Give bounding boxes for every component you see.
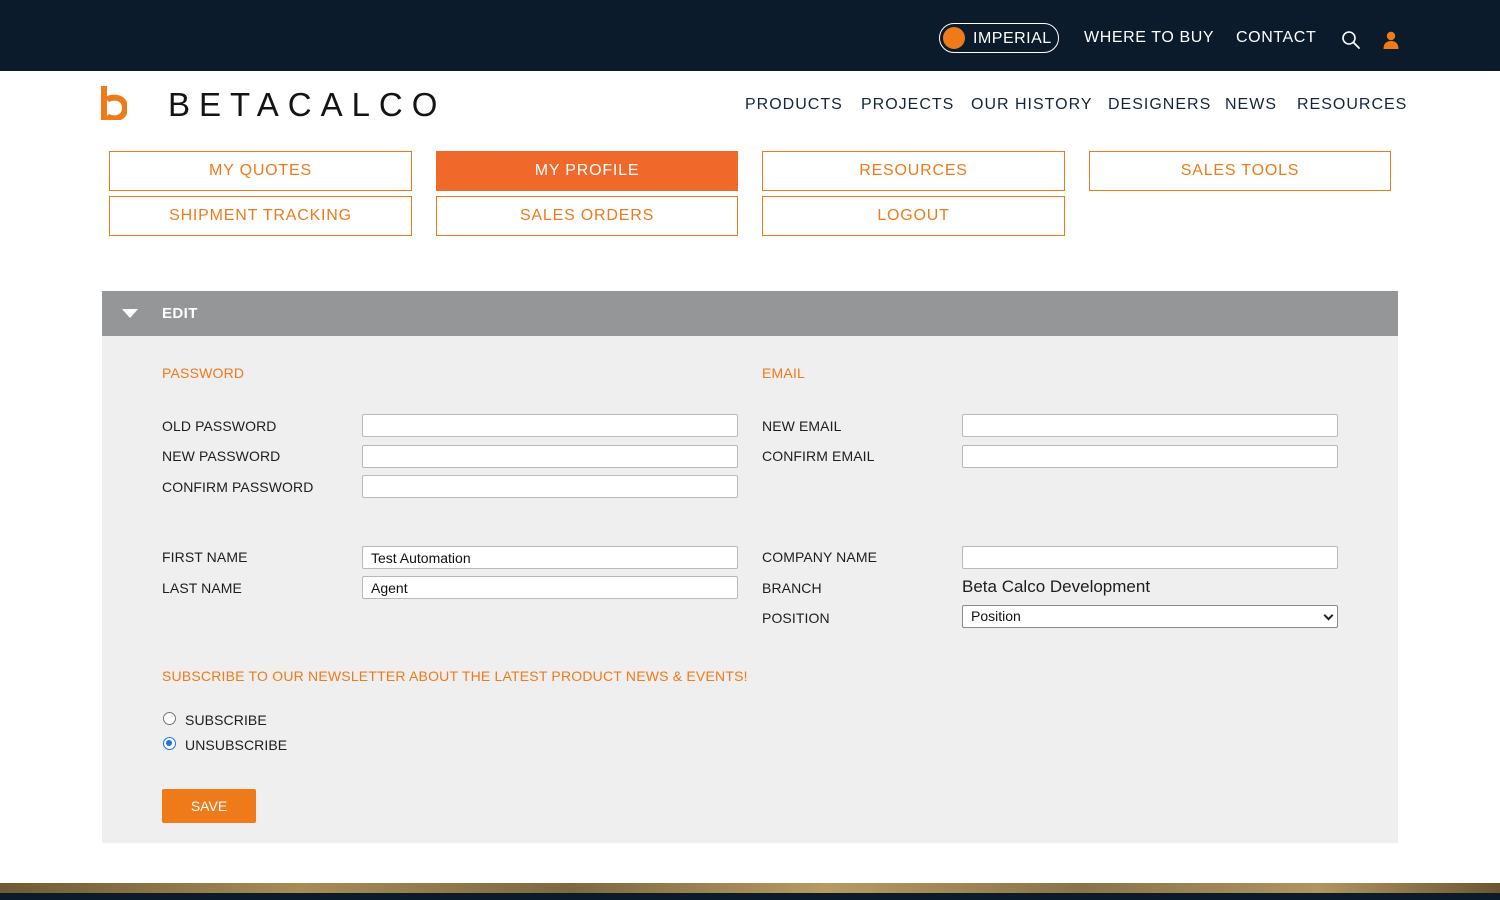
unit-toggle[interactable]: IMPERIAL [939, 23, 1059, 53]
new-password-field[interactable] [362, 445, 738, 468]
nav-designers[interactable]: DESIGNERS [1108, 96, 1211, 114]
shipment-tracking-button[interactable]: SHIPMENT TRACKING [109, 196, 412, 236]
position-select[interactable]: Position [962, 605, 1338, 628]
sales-orders-button[interactable]: SALES ORDERS [436, 196, 738, 236]
resources-button[interactable]: RESOURCES [762, 151, 1065, 191]
company-name-label: COMPANY NAME [762, 549, 878, 565]
old-password-field[interactable] [362, 414, 738, 437]
caret-down-icon [122, 309, 138, 318]
contact-link[interactable]: CONTACT [1236, 29, 1316, 47]
old-password-label: OLD PASSWORD [162, 418, 277, 434]
nav-news[interactable]: NEWS [1225, 96, 1277, 114]
branch-label: BRANCH [762, 580, 822, 596]
nav-products[interactable]: PRODUCTS [745, 96, 843, 114]
confirm-password-label: CONFIRM PASSWORD [162, 479, 314, 495]
email-section-title: EMAIL [762, 365, 806, 381]
top-utility-bar: IMPERIAL WHERE TO BUY CONTACT [0, 0, 1500, 71]
password-section-title: PASSWORD [162, 365, 245, 381]
sales-tools-button[interactable]: SALES TOOLS [1089, 151, 1391, 191]
user-icon[interactable] [1381, 30, 1401, 50]
newsletter-title: SUBSCRIBE TO OUR NEWSLETTER ABOUT THE LA… [162, 668, 748, 684]
confirm-email-label: CONFIRM EMAIL [762, 448, 875, 464]
edit-panel-header[interactable]: EDIT [102, 291, 1398, 336]
nav-resources[interactable]: RESOURCES [1297, 96, 1407, 114]
unsubscribe-radio[interactable] [163, 737, 176, 750]
last-name-label: LAST NAME [162, 580, 242, 596]
company-name-field[interactable] [962, 546, 1338, 569]
position-selected-value: Position [971, 608, 1021, 624]
where-to-buy-link[interactable]: WHERE TO BUY [1084, 29, 1214, 47]
new-password-label: NEW PASSWORD [162, 448, 281, 464]
nav-our-history[interactable]: OUR HISTORY [971, 96, 1093, 114]
confirm-password-field[interactable] [362, 475, 738, 498]
edit-profile-panel: EDIT PASSWORD OLD PASSWORD NEW PASSWORD … [102, 291, 1398, 843]
footer-decorative-strip [0, 883, 1500, 900]
logout-button[interactable]: LOGOUT [762, 196, 1065, 236]
last-name-field[interactable] [362, 576, 738, 599]
nav-projects[interactable]: PROJECTS [861, 96, 954, 114]
new-email-label: NEW EMAIL [762, 418, 842, 434]
chevron-down-icon [1323, 610, 1334, 621]
my-quotes-button[interactable]: MY QUOTES [109, 151, 412, 191]
new-email-field[interactable] [962, 414, 1338, 437]
betacalco-logo-icon[interactable] [101, 86, 127, 120]
panel-title: EDIT [162, 305, 198, 322]
save-button[interactable]: SAVE [162, 789, 256, 823]
first-name-field[interactable] [362, 546, 738, 569]
subscribe-radio[interactable] [163, 712, 176, 725]
first-name-label: FIRST NAME [162, 549, 248, 565]
position-label: POSITION [762, 610, 830, 626]
branch-value: Beta Calco Development [962, 577, 1151, 596]
unit-toggle-label: IMPERIAL [973, 30, 1052, 47]
logo-wordmark[interactable]: BETACALCO [168, 86, 446, 124]
subscribe-label[interactable]: SUBSCRIBE [185, 712, 267, 728]
my-profile-button[interactable]: MY PROFILE [436, 151, 738, 191]
search-icon[interactable] [1341, 30, 1361, 50]
toggle-knob [943, 27, 965, 49]
confirm-email-field[interactable] [962, 445, 1338, 468]
unsubscribe-label[interactable]: UNSUBSCRIBE [185, 737, 287, 753]
